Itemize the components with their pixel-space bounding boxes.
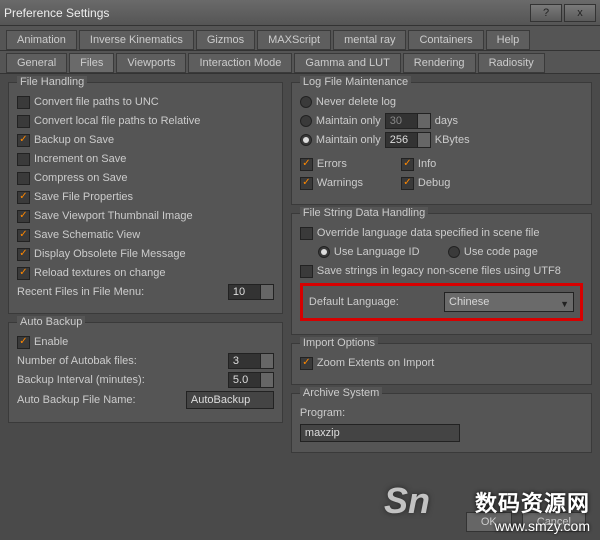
backup-save-checkbox[interactable]: ✓ (17, 134, 30, 147)
legend-import: Import Options (300, 337, 378, 349)
tab-maxscript[interactable]: MAXScript (257, 30, 331, 50)
backup-interval-spinner[interactable]: 5.0 (228, 372, 274, 388)
ok-button[interactable]: OK (466, 512, 512, 532)
tab-general[interactable]: General (6, 53, 67, 73)
legend-auto-backup: Auto Backup (17, 316, 85, 328)
utf8-checkbox[interactable] (300, 265, 313, 278)
enable-backup-checkbox[interactable]: ✓ (17, 336, 30, 349)
help-button[interactable]: ? (530, 4, 562, 22)
tab-containers[interactable]: Containers (408, 30, 483, 50)
tab-bar-2: GeneralFilesViewportsInteraction ModeGam… (0, 51, 600, 74)
tab-rendering[interactable]: Rendering (403, 53, 476, 73)
tab-interaction-mode[interactable]: Interaction Mode (188, 53, 292, 73)
override-lang-checkbox[interactable] (300, 227, 313, 240)
use-codepage-label: Use code page (464, 246, 538, 258)
tab-mental-ray[interactable]: mental ray (333, 30, 406, 50)
compress-save-label: Compress on Save (34, 172, 128, 184)
default-language-highlight: Default Language: Chinese (300, 283, 583, 321)
disp-obs-label: Display Obsolete File Message (34, 248, 186, 260)
legend-file-handling: File Handling (17, 76, 87, 88)
watermark-logo: Sn (384, 480, 430, 522)
days-unit: days (435, 115, 458, 127)
tab-radiosity[interactable]: Radiosity (478, 53, 545, 73)
tab-help[interactable]: Help (486, 30, 531, 50)
zoom-extents-label: Zoom Extents on Import (317, 357, 434, 369)
legend-strings: File String Data Handling (300, 207, 428, 219)
legend-log: Log File Maintenance (300, 76, 411, 88)
recent-files-label: Recent Files in File Menu: (17, 286, 144, 298)
backup-filename-input[interactable]: AutoBackup (186, 391, 274, 409)
backup-filename-label: Auto Backup File Name: (17, 394, 136, 406)
tab-gamma-and-lut[interactable]: Gamma and LUT (294, 53, 400, 73)
info-checkbox[interactable]: ✓ (401, 158, 414, 171)
close-button[interactable]: x (564, 4, 596, 22)
zoom-extents-checkbox[interactable]: ✓ (300, 357, 313, 370)
reload-tex-checkbox[interactable]: ✓ (17, 267, 30, 280)
maintain-kb-spinner[interactable]: 256 (385, 132, 431, 148)
maintain-kb-label: Maintain only (316, 134, 381, 146)
maintain-kb-radio[interactable] (300, 134, 312, 146)
num-autobak-spinner[interactable]: 3 (228, 353, 274, 369)
save-thumb-label: Save Viewport Thumbnail Image (34, 210, 193, 222)
window-title: Preference Settings (4, 6, 528, 20)
tab-gizmos[interactable]: Gizmos (196, 30, 255, 50)
incr-save-checkbox[interactable] (17, 153, 30, 166)
dialog-footer: OK Cancel (466, 512, 586, 532)
warnings-checkbox[interactable]: ✓ (300, 177, 313, 190)
archive-program-label: Program: (300, 407, 345, 419)
maintain-days-spinner: 30 (385, 113, 431, 129)
save-schem-checkbox[interactable]: ✓ (17, 229, 30, 242)
default-language-select[interactable]: Chinese (444, 292, 574, 312)
save-thumb-checkbox[interactable]: ✓ (17, 210, 30, 223)
use-lang-label: Use Language ID (334, 246, 444, 258)
never-delete-radio[interactable] (300, 96, 312, 108)
archive-program-input[interactable]: maxzip (300, 424, 460, 442)
maintain-days-label: Maintain only (316, 115, 381, 127)
use-lang-radio[interactable] (318, 246, 330, 258)
convert-rel-label: Convert local file paths to Relative (34, 115, 200, 127)
enable-backup-label: Enable (34, 336, 68, 348)
maintain-days-radio[interactable] (300, 115, 312, 127)
convert-rel-checkbox[interactable] (17, 115, 30, 128)
use-codepage-radio[interactable] (448, 246, 460, 258)
group-import: Import Options ✓Zoom Extents on Import (291, 343, 592, 385)
disp-obs-checkbox[interactable]: ✓ (17, 248, 30, 261)
tab-animation[interactable]: Animation (6, 30, 77, 50)
compress-save-checkbox[interactable] (17, 172, 30, 185)
group-log: Log File Maintenance Never delete log Ma… (291, 82, 592, 205)
title-bar: Preference Settings ? x (0, 0, 600, 26)
convert-unc-label: Convert file paths to UNC (34, 96, 159, 108)
incr-save-label: Increment on Save (34, 153, 126, 165)
errors-label: Errors (317, 158, 397, 170)
utf8-label: Save strings in legacy non-scene files u… (317, 265, 561, 277)
tab-files[interactable]: Files (69, 53, 114, 73)
never-delete-label: Never delete log (316, 96, 396, 108)
override-lang-label: Override language data specified in scen… (317, 227, 540, 239)
kb-unit: KBytes (435, 134, 470, 146)
debug-label: Debug (418, 177, 450, 189)
backup-save-label: Backup on Save (34, 134, 114, 146)
tab-inverse-kinematics[interactable]: Inverse Kinematics (79, 30, 194, 50)
save-props-label: Save File Properties (34, 191, 133, 203)
num-autobak-label: Number of Autobak files: (17, 355, 137, 367)
default-language-label: Default Language: (309, 296, 399, 308)
save-schem-label: Save Schematic View (34, 229, 140, 241)
cancel-button[interactable]: Cancel (522, 512, 586, 532)
reload-tex-label: Reload textures on change (34, 267, 165, 279)
group-strings: File String Data Handling Override langu… (291, 213, 592, 335)
group-archive: Archive System Program: maxzip (291, 393, 592, 453)
legend-archive: Archive System (300, 387, 382, 399)
backup-interval-label: Backup Interval (minutes): (17, 374, 145, 386)
recent-files-spinner[interactable]: 10 (228, 284, 274, 300)
errors-checkbox[interactable]: ✓ (300, 158, 313, 171)
save-props-checkbox[interactable]: ✓ (17, 191, 30, 204)
debug-checkbox[interactable]: ✓ (401, 177, 414, 190)
convert-unc-checkbox[interactable] (17, 96, 30, 109)
tab-viewports[interactable]: Viewports (116, 53, 186, 73)
info-label: Info (418, 158, 436, 170)
group-auto-backup: Auto Backup ✓Enable Number of Autobak fi… (8, 322, 283, 423)
group-file-handling: File Handling Convert file paths to UNCC… (8, 82, 283, 314)
tab-bar: AnimationInverse KinematicsGizmosMAXScri… (0, 26, 600, 51)
warnings-label: Warnings (317, 177, 397, 189)
